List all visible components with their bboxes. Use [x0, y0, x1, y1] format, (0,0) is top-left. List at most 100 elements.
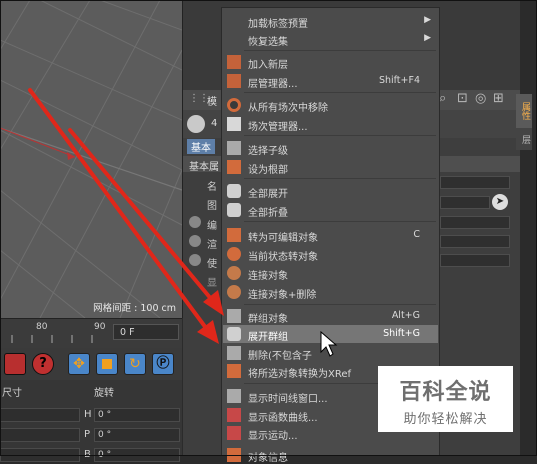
tick-label: 80 — [36, 322, 48, 332]
axis-label: P — [84, 429, 91, 440]
mode-tab[interactable]: 模 — [207, 93, 217, 108]
menu-separator — [244, 304, 436, 305]
group-icon — [227, 309, 241, 323]
rotation-b-field[interactable]: 0 ° — [94, 448, 180, 462]
perspective-grid — [0, 0, 182, 318]
scale-tool-icon[interactable] — [96, 353, 118, 375]
make-editable-icon — [227, 228, 241, 242]
menu-separator — [244, 221, 436, 222]
menu-item-connect-and-delete[interactable]: 连接对象+删除 — [223, 283, 438, 301]
timeline-icon — [227, 389, 241, 403]
current-frame-field[interactable]: 0 F — [113, 324, 179, 340]
new-layer-icon — [227, 55, 241, 69]
menu-item-current-state-to-object[interactable]: 当前状态转对象 — [223, 245, 438, 263]
icon-field[interactable] — [440, 196, 490, 209]
menu-item-load-tag-preset[interactable]: 加载标签预置 ▶ — [223, 12, 438, 30]
xref-icon — [227, 364, 241, 378]
section-title: 基本属 — [189, 162, 219, 173]
menu-item-group-objects[interactable]: 群组对象 Alt+G — [223, 307, 438, 325]
use-dropdown[interactable] — [440, 254, 510, 267]
shortcut-label: Shift+F4 — [378, 75, 420, 86]
menu-item-restore-selection[interactable]: 恢复选集 ▶ — [223, 30, 438, 48]
axis-label: H — [84, 409, 92, 420]
menu-separator — [244, 92, 436, 93]
menu-label: 恢复选集 — [248, 37, 288, 48]
name-field[interactable] — [440, 176, 510, 189]
menu-item-add-new-layer[interactable]: 加入新层 — [223, 53, 438, 71]
radio-icon[interactable] — [189, 254, 201, 266]
shortcut-label: Alt+G — [391, 310, 420, 321]
search-icon[interactable]: ⌕ — [439, 91, 446, 106]
menu-item-collapse-all[interactable]: 全部折叠 — [223, 201, 438, 219]
rotation-p-field[interactable]: 0 ° — [94, 428, 180, 442]
menu-item-expand-group[interactable]: 展开群组 Shift+G — [223, 325, 438, 343]
menu-label: 删除(不包含子 — [248, 351, 312, 362]
menu-label: 加入新层 — [248, 60, 288, 71]
menu-label: 显示运动... — [248, 431, 298, 442]
menu-item-select-children[interactable]: 选择子级 — [223, 139, 438, 157]
menu-label: 显示函数曲线... — [248, 413, 318, 424]
3d-viewport[interactable]: 网格间距 : 100 cm — [0, 0, 183, 318]
grip-icon: ⋮⋮ — [189, 93, 209, 104]
menu-label: 连接对象+删除 — [248, 290, 317, 301]
menu-label: 群组对象 — [248, 314, 288, 325]
submenu-arrow-icon: ▶ — [424, 33, 431, 43]
size-z-field[interactable] — [0, 448, 80, 462]
select-children-icon — [227, 141, 241, 155]
take-manager-icon — [227, 117, 241, 131]
target-icon[interactable]: ◎ — [475, 91, 486, 106]
menu-item-expand-all[interactable]: 全部展开 — [223, 182, 438, 200]
rotate-tool-icon[interactable]: ↻ — [124, 353, 146, 375]
new-panel-icon[interactable]: ⊞ — [493, 91, 504, 106]
rotation-header: 旋转 — [94, 388, 114, 399]
tab-basic[interactable]: 基本 — [187, 139, 215, 154]
coordinates-panel: 尺寸 旋转 H P B 0 ° 0 ° 0 ° — [0, 380, 182, 462]
render-dropdown[interactable] — [440, 235, 510, 248]
set-root-icon — [227, 160, 241, 174]
grid-spacing-label: 网格间距 : 100 cm — [93, 303, 176, 314]
rotation-h-field[interactable]: 0 ° — [94, 408, 180, 422]
menu-label: 展开群组 — [248, 332, 288, 343]
field-label: 编 — [207, 221, 217, 232]
expand-all-icon — [227, 184, 241, 198]
size-x-field[interactable] — [0, 408, 80, 422]
menu-label: 将所选对象转换为XRef — [248, 369, 352, 380]
menu-item-layer-manager[interactable]: 层管理器... Shift+F4 — [223, 72, 438, 90]
menu-label: 对象信息 — [248, 453, 288, 464]
menu-separator — [244, 50, 436, 51]
object-count: 4 — [211, 118, 218, 129]
menu-item-remove-from-takes[interactable]: 从所有场次中移除 — [223, 96, 438, 114]
move-tool-icon[interactable]: ✥ — [68, 353, 90, 375]
menu-label: 当前状态转对象 — [248, 252, 318, 263]
record-icon[interactable] — [4, 353, 26, 375]
side-tab-attributes[interactable]: 属性 — [516, 94, 532, 128]
p-key-icon[interactable]: Ⓟ — [152, 353, 174, 375]
menu-label: 全部折叠 — [248, 208, 288, 219]
menu-item-set-as-root[interactable]: 设为根部 — [223, 158, 438, 176]
menu-label: 加载标签预置 — [248, 19, 308, 30]
radio-icon[interactable] — [189, 216, 201, 228]
menu-separator — [244, 178, 436, 179]
watermark-subtitle: 助你轻松解决 — [403, 412, 488, 427]
help-icon[interactable]: ? — [32, 353, 54, 375]
editor-dropdown[interactable] — [440, 216, 510, 229]
connect-icon — [227, 266, 241, 280]
pick-arrow-icon[interactable]: ➤ — [492, 194, 508, 210]
lock-icon[interactable]: ⊡ — [457, 91, 468, 106]
menu-item-connect-objects[interactable]: 连接对象 — [223, 264, 438, 282]
menu-item-make-editable[interactable]: 转为可编辑对象 C — [223, 226, 438, 244]
field-label: 名 — [207, 182, 217, 193]
menu-item-object-info[interactable]: 对象信息 — [223, 446, 438, 464]
menu-item-delete-without-children[interactable]: 删除(不包含子 — [223, 344, 438, 362]
delete-icon — [227, 346, 241, 360]
watermark-title: 百科全说 — [399, 380, 492, 405]
radio-icon[interactable] — [189, 235, 201, 247]
size-y-field[interactable] — [0, 428, 80, 442]
layer-manager-icon — [227, 74, 241, 88]
menu-item-take-manager[interactable]: 场次管理器... — [223, 115, 438, 133]
side-tab-layers[interactable]: 层 — [516, 128, 532, 150]
shortcut-label: C — [413, 229, 420, 240]
menu-label: 显示时间线窗口... — [248, 394, 328, 405]
null-object-icon — [187, 115, 205, 133]
size-header: 尺寸 — [2, 388, 22, 399]
